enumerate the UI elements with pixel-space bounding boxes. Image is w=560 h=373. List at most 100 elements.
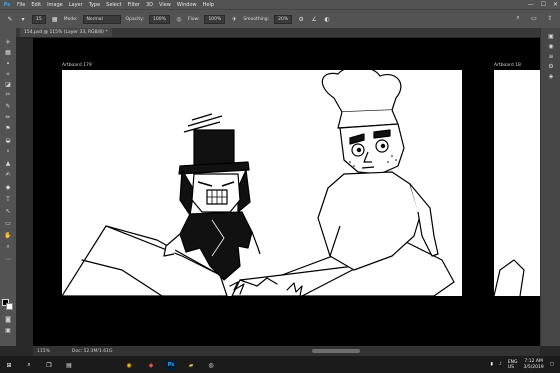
channels-panel-icon[interactable]: ◉: [546, 42, 556, 50]
flow-label: Flow:: [187, 16, 200, 22]
clock[interactable]: 7:12 AM 3/5/2019: [524, 359, 544, 371]
menu-type[interactable]: Type: [86, 2, 103, 8]
type-tool-icon[interactable]: T: [3, 195, 13, 203]
clock-time: 7:12 AM: [524, 358, 543, 364]
eraser-tool-icon[interactable]: ⚬: [3, 147, 13, 155]
menu-layer[interactable]: Layer: [66, 2, 86, 8]
brush-settings-icon[interactable]: ▦: [51, 15, 59, 23]
chevron-down-icon[interactable]: ▾: [19, 15, 27, 23]
maximize-button[interactable]: ☐: [541, 0, 546, 9]
language-indicator[interactable]: ENG US: [508, 360, 518, 370]
options-right: ⌕ ▭ ⇪: [514, 14, 554, 22]
zoom-tool-icon[interactable]: ⌕: [3, 243, 13, 251]
menu-edit[interactable]: Edit: [28, 2, 44, 8]
volume-icon[interactable]: ♪: [499, 362, 502, 367]
chrome-icon[interactable]: ◉: [124, 360, 134, 370]
cartoon-illustration: [61, 66, 455, 297]
move-tool-icon[interactable]: ✛: [3, 38, 13, 46]
close-button[interactable]: ✕: [553, 0, 558, 9]
right-panel-dock: ▣ ◉ ≡ ⚙ ◈: [540, 28, 560, 346]
system-tray: ▮ ♪ ENG US 7:12 AM 3/5/2019 ▢: [490, 356, 554, 373]
minimize-button[interactable]: —: [528, 0, 534, 9]
file-explorer-icon[interactable]: ▤: [64, 360, 74, 370]
quick-mask-icon[interactable]: ◙: [3, 315, 13, 323]
windows-taskbar: ⊞ ⌕ ❐ ▤ ◉ ◆ Ps ▰ ◎ ▮ ♪ ENG US 7:12 AM 3/…: [0, 356, 560, 373]
stamp-tool-icon[interactable]: ⚑: [3, 124, 13, 132]
clock-date: 3/5/2019: [523, 364, 544, 370]
photoshop-icon[interactable]: Ps: [166, 360, 176, 370]
more-tools-icon[interactable]: ⋯: [3, 255, 13, 263]
lasso-tool-icon[interactable]: ∙: [3, 59, 13, 67]
cartoon-illustration-2: [493, 259, 525, 297]
share-icon[interactable]: ⇪: [546, 14, 554, 22]
mode-label: Mode:: [63, 16, 78, 22]
properties-panel-icon[interactable]: ⚙: [546, 62, 556, 70]
document-tab-bar: 154.psd @ 115% (Layer 33, RGB/8) *: [16, 28, 546, 37]
flow-input[interactable]: 100%: [204, 14, 226, 24]
search-icon[interactable]: ⌕: [514, 14, 522, 22]
menu-window[interactable]: Window: [174, 2, 200, 8]
paths-panel-icon[interactable]: ≡: [546, 52, 556, 60]
artboard-canvas[interactable]: [61, 66, 462, 297]
horizontal-scrollbar[interactable]: [312, 349, 360, 353]
magic-wand-tool-icon[interactable]: ✧: [3, 70, 13, 78]
app-icon[interactable]: ◆: [146, 360, 156, 370]
airbrush-icon[interactable]: ✈: [230, 15, 238, 23]
menu-image[interactable]: Image: [44, 2, 66, 8]
menu-file[interactable]: File: [14, 2, 28, 8]
pressure-size-icon[interactable]: ◐: [323, 15, 331, 23]
menu-bar: Ps File Edit Image Layer Type Select Fil…: [0, 0, 560, 9]
brush-size-picker[interactable]: 15: [32, 14, 46, 24]
layers-panel-icon[interactable]: ▣: [546, 32, 556, 40]
task-view-icon[interactable]: ❐: [44, 360, 54, 370]
folder-icon[interactable]: ▰: [186, 360, 196, 370]
crop-tool-icon[interactable]: ◪: [3, 80, 13, 88]
opacity-input[interactable]: 100%: [149, 14, 170, 24]
photoshop-window: Ps File Edit Image Layer Type Select Fil…: [0, 0, 560, 373]
brush-tool-icon[interactable]: ✏: [3, 113, 13, 121]
workspace-icon[interactable]: ▭: [530, 14, 538, 22]
slice-tool-icon[interactable]: ✂: [3, 90, 13, 98]
menu-select[interactable]: Select: [103, 2, 124, 8]
window-controls: — ☐ ✕: [528, 0, 558, 9]
status-bar: 115% Doc: 52.3M/1.61G: [33, 346, 540, 356]
smoothing-input[interactable]: 20%: [274, 14, 293, 24]
zoom-level[interactable]: 115%: [37, 349, 50, 354]
artboard-canvas-2[interactable]: [493, 70, 540, 297]
menu-filter[interactable]: Filter: [125, 2, 143, 8]
artboard-label: Artboard 179: [62, 63, 92, 68]
start-icon[interactable]: ⊞: [4, 360, 14, 370]
smudge-tool-icon[interactable]: ✍: [3, 170, 13, 178]
artboard-label-2: Artboard 18: [494, 63, 521, 68]
adjustments-panel-icon[interactable]: ◈: [546, 72, 556, 80]
mode-select[interactable]: Normal: [82, 14, 121, 24]
options-bar: ✎ ▾ 15 ▦ Mode: Normal Opacity: 100% ◎ Fl…: [0, 9, 560, 28]
menu-3d[interactable]: 3D: [143, 2, 156, 8]
history-brush-tool-icon[interactable]: ◒: [3, 136, 13, 144]
document-tab[interactable]: 154.psd @ 115% (Layer 33, RGB/8) *: [20, 28, 112, 37]
brush-tool-icon[interactable]: ✎: [6, 15, 14, 23]
opacity-label: Opacity:: [125, 16, 145, 22]
app-icon-2[interactable]: ◎: [206, 360, 216, 370]
hand-tool-icon[interactable]: ✋: [3, 231, 13, 239]
shape-tool-icon[interactable]: ▭: [3, 219, 13, 227]
smoothing-settings-icon[interactable]: ⚙: [297, 15, 305, 23]
eyedropper-tool-icon[interactable]: ✎: [3, 102, 13, 110]
angle-icon[interactable]: ∠: [310, 15, 318, 23]
tools-panel: ✛ ▦ ∙ ✧ ◪ ✂ ✎ ✏ ⚑ ◒ ⚬ ▲ ✍ ◆ T ↖ ▭ ✋ ⌕ ⋯ …: [0, 28, 16, 346]
path-selection-tool-icon[interactable]: ↖: [3, 207, 13, 215]
menu-help[interactable]: Help: [200, 2, 217, 8]
notifications-icon[interactable]: ▢: [550, 362, 554, 367]
smoothing-label: Smoothing:: [243, 16, 270, 22]
artboard-tool-icon[interactable]: ▦: [3, 48, 13, 56]
document-size[interactable]: Doc: 52.3M/1.61G: [72, 349, 113, 354]
pressure-opacity-icon[interactable]: ◎: [175, 15, 183, 23]
search-icon[interactable]: ⌕: [24, 360, 34, 370]
network-icon[interactable]: ▮: [490, 362, 492, 367]
pen-tool-icon[interactable]: ◆: [3, 183, 13, 191]
background-color-swatch[interactable]: [6, 303, 13, 310]
screen-mode-icon[interactable]: ▣: [3, 326, 13, 334]
photoshop-logo: Ps: [3, 1, 11, 8]
gradient-tool-icon[interactable]: ▲: [3, 159, 13, 167]
menu-view[interactable]: View: [156, 2, 174, 8]
